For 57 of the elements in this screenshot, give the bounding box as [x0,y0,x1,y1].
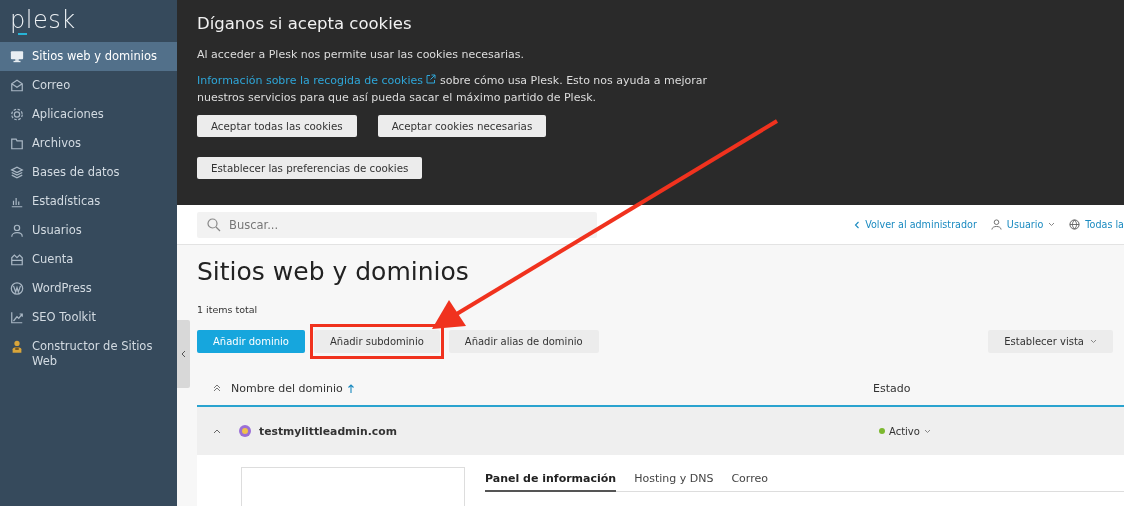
collapse-all-icon [213,384,221,392]
items-count: 1 items total [197,304,259,315]
person-icon [10,339,24,354]
envelope-icon [10,78,24,93]
sidebar-item[interactable]: Estadísticas [0,187,177,216]
sidebar-item[interactable]: Usuarios [0,216,177,245]
user-icon [990,219,1002,230]
sidebar-item[interactable]: Aplicaciones [0,100,177,129]
chevron-up-icon[interactable] [213,428,221,434]
sidebar-item[interactable]: Sitios web y dominios [0,42,177,71]
cookie-info-link[interactable]: Información sobre la recogida de cookies [197,74,437,87]
caret-down-icon [923,428,931,434]
toolbar-button[interactable]: Añadir subdominio [313,330,440,353]
toolbar-button[interactable]: Añadir alias de dominio [448,330,599,353]
gear-icon [10,107,24,122]
monitor-icon [10,49,24,64]
banner-text: Al acceder a Plesk nos permite usar las cookies necesarias. [197,47,526,63]
folder-icon [10,136,24,151]
tab[interactable]: Panel de información [485,467,617,492]
caret-down-icon [1048,222,1056,227]
caret-down-icon [1090,339,1097,344]
cookie-button[interactable]: Aceptar todas las cookies [197,115,357,137]
column-header[interactable]: Nombre del dominio [231,381,343,395]
domain-name[interactable]: testmylittleadmin.com [259,424,879,438]
globe-icon [1069,219,1081,230]
cookie-button[interactable]: Aceptar cookies necesarias [377,115,547,137]
sidebar-item[interactable]: Cuenta [0,245,177,274]
sidebar-item[interactable]: Archivos [0,129,177,158]
crown-icon [10,252,24,267]
site-avatar-icon [239,425,251,437]
chevron-left-icon [181,350,186,358]
cookie-button[interactable]: Establecer las preferencias de cookies [197,157,423,179]
sidebar-item[interactable]: WordPress [0,274,177,303]
page-title: Sitios web y dominios [197,257,470,286]
growth-chart-icon [10,310,24,325]
sidebar-item[interactable]: Bases de datos [0,158,177,187]
search-field[interactable]: Buscar... [197,211,597,238]
plesk-logo: plesk [10,6,76,34]
external-link-icon [426,74,437,84]
tab[interactable]: Hosting y DNS [634,467,714,490]
sidebar-item[interactable]: Constructor de Sitios Web [0,332,177,376]
banner-text: Información sobre la recogida de cookies sobre cómo usa Plesk. Esto nos ayuda a mejorar nuestros servicios para que así pueda sacar el máximo partido de Plesk. [197,73,709,106]
user-menu[interactable]: Usuario [990,219,1056,230]
sidebar-item[interactable]: SEO Toolkit [0,303,177,332]
column-header[interactable]: Estado [873,381,911,395]
layers-icon [10,165,24,180]
view-button[interactable]: Establecer vista [988,330,1113,353]
status-label[interactable]: Activo [889,425,920,437]
subscriptions-link[interactable]: Todas la [1069,219,1124,230]
wordpress-icon [10,281,24,296]
back-link[interactable]: Volver al administrador [854,219,977,230]
user-icon [10,223,24,238]
chevron-left-icon [854,220,861,229]
sidebar-item[interactable]: Correo [0,71,177,100]
banner-title: Díganos si acepta cookies [197,14,413,33]
sidebar-toggle[interactable] [177,320,190,388]
tab[interactable]: Correo [731,467,768,490]
